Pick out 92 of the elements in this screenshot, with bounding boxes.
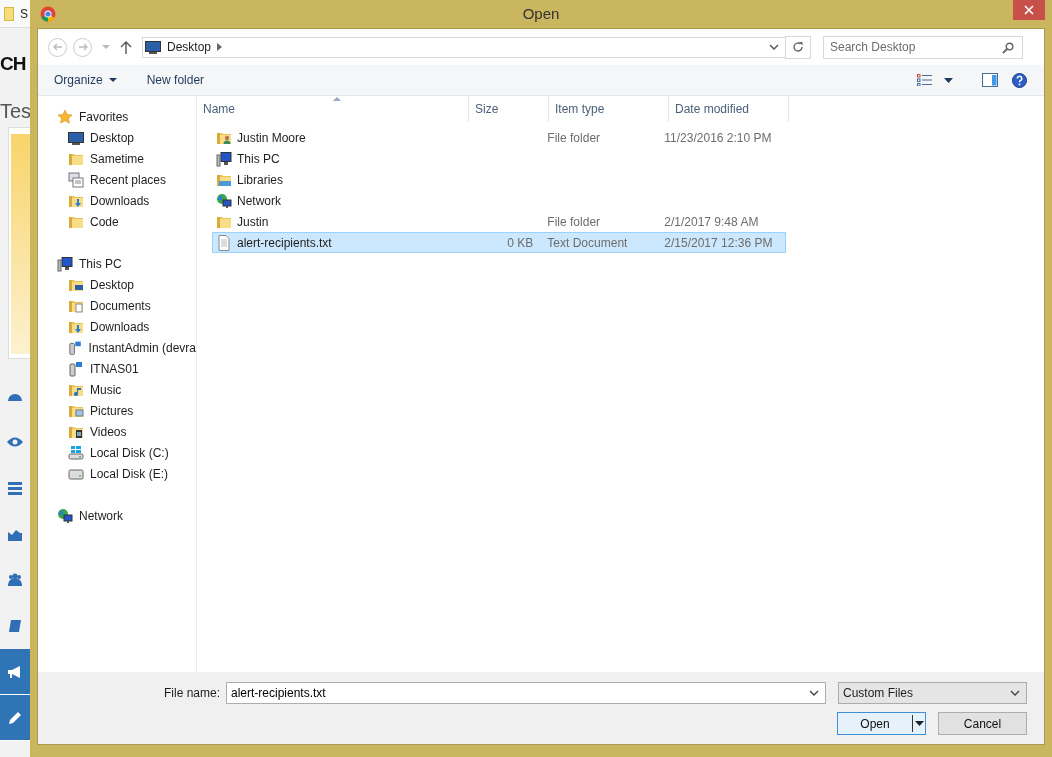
file-date: 11/23/2016 2:10 PM — [664, 130, 772, 145]
file-type: File folder — [547, 214, 601, 229]
open-split-button[interactable]: Open — [837, 712, 926, 735]
page-icon — [4, 6, 14, 21]
navigation-item[interactable]: Desktop — [38, 274, 196, 295]
column-header[interactable]: Item type — [549, 96, 669, 122]
address-bar[interactable]: Desktop — [142, 36, 786, 58]
navigation-item[interactable]: Videos — [38, 421, 196, 442]
file-name: Justin Moore — [237, 130, 306, 145]
network-drive-icon — [68, 339, 83, 356]
file-name: This PC — [237, 151, 280, 166]
close-icon — [1024, 5, 1034, 15]
navigation-item[interactable]: This PC — [38, 253, 196, 274]
page-heading: CH — [0, 52, 27, 76]
column-header[interactable]: Size — [469, 96, 549, 122]
navigation-item[interactable]: Music — [38, 379, 196, 400]
computer-documents-icon — [68, 171, 84, 188]
search-icon — [1002, 41, 1014, 54]
navigation-item[interactable]: Documents — [38, 295, 196, 316]
list-icon[interactable] — [7, 480, 23, 496]
sort-arrow-icon — [332, 97, 341, 101]
file-row[interactable]: This PC — [212, 148, 786, 169]
navigation-item[interactable]: Pictures — [38, 400, 196, 421]
navigation-item[interactable]: Downloads — [38, 190, 196, 211]
globe-monitor-icon — [57, 507, 73, 524]
file-size: 0 KB — [507, 235, 534, 250]
file-name: alert-recipients.txt — [237, 235, 332, 250]
megaphone-icon[interactable] — [7, 663, 23, 680]
navigation-item[interactable]: Downloads — [38, 316, 196, 337]
file-date: 2/15/2017 12:36 PM — [664, 235, 773, 250]
navigation-item[interactable]: Desktop — [38, 127, 196, 148]
monitor-icon — [145, 39, 161, 55]
list-view-icon — [917, 74, 933, 86]
file-type-dropdown[interactable]: Custom Files — [838, 682, 1027, 704]
chevron-right-icon — [217, 43, 223, 51]
star-icon — [57, 108, 73, 125]
column-header[interactable]: Name — [197, 96, 469, 122]
page-subheading: Tes — [0, 100, 30, 123]
navigation-item[interactable]: Recent places — [38, 169, 196, 190]
network-drive-icon — [68, 360, 84, 377]
drive-windows-icon — [68, 444, 84, 461]
navigation-item[interactable]: Local Disk (C:) — [38, 442, 196, 463]
navigation-item[interactable]: InstantAdmin (devra — [38, 337, 196, 358]
refresh-button[interactable] — [785, 35, 811, 59]
file-name-label: File name: — [163, 686, 220, 700]
computer-icon — [216, 150, 232, 167]
pencil-icon[interactable] — [7, 709, 23, 726]
pane-icon — [982, 73, 998, 87]
toolbar-button[interactable]: New folder — [140, 69, 211, 91]
file-name: Network — [237, 193, 281, 208]
file-row[interactable]: Network — [212, 190, 786, 211]
tab-title[interactable]: S — [20, 6, 28, 21]
preview-pane-button[interactable] — [979, 70, 1001, 90]
navigation-item[interactable]: ITNAS01 — [38, 358, 196, 379]
caret-icon[interactable] — [944, 77, 953, 83]
close-button[interactable] — [1013, 0, 1045, 20]
chevron-down-icon[interactable] — [769, 43, 779, 51]
up-arrow-icon[interactable] — [120, 40, 132, 54]
navigation-item[interactable]: Network — [38, 505, 196, 526]
chevron-down-icon[interactable] — [809, 690, 819, 697]
file-row[interactable]: alert-recipients.txt 0 KB Text Document 2/15/2017 12:36 PM — [212, 232, 786, 253]
people-icon[interactable] — [7, 572, 23, 588]
circle-logo-icon — [40, 6, 56, 22]
computer-icon — [57, 255, 73, 272]
chevron-down-icon — [1010, 689, 1020, 697]
navigation-item[interactable]: Local Disk (E:) — [38, 463, 196, 484]
file-type: Text Document — [547, 235, 628, 250]
document-icon — [216, 234, 232, 251]
file-date: 2/1/2017 9:48 AM — [664, 214, 759, 229]
monitor-icon — [68, 129, 84, 146]
refresh-icon — [792, 41, 804, 53]
navigation-item[interactable]: Sametime — [38, 148, 196, 169]
globe-monitor-icon — [216, 192, 232, 209]
file-name: Libraries — [237, 172, 284, 187]
file-row[interactable]: Justin File folder 2/1/2017 9:48 AM — [212, 211, 786, 232]
toolbar-button[interactable]: Organize — [48, 69, 123, 91]
file-name-field[interactable]: alert-recipients.txt — [226, 682, 826, 704]
help-icon — [1012, 72, 1027, 88]
file-row[interactable]: Justin Moore File folder 11/23/2016 2:10 PM — [212, 127, 786, 148]
navigation-item[interactable]: Favorites — [38, 106, 196, 127]
search-field[interactable]: Search Desktop — [823, 35, 1023, 59]
left-arrow-icon — [52, 42, 63, 52]
window-title: Open — [522, 5, 560, 22]
file-type: File folder — [547, 130, 601, 145]
right-arrow-icon — [77, 42, 88, 52]
dialog-button[interactable]: Cancel — [938, 712, 1027, 735]
file-name: Justin — [237, 214, 269, 229]
navigation-item[interactable]: Code — [38, 211, 196, 232]
caret-icon — [108, 77, 117, 83]
caret-icon[interactable] — [915, 721, 924, 726]
file-row[interactable]: Libraries — [212, 169, 786, 190]
column-header[interactable]: Date modified — [669, 96, 789, 122]
